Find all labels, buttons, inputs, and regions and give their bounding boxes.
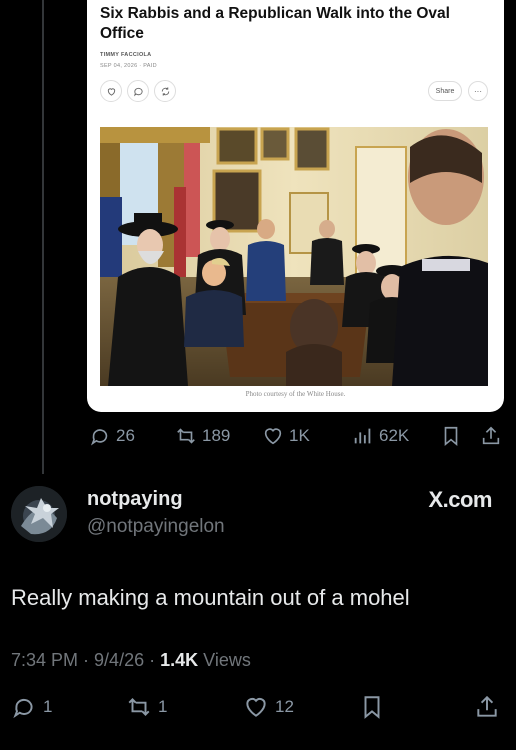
restack-icon[interactable] <box>154 80 176 102</box>
repost-stat[interactable]: 189 <box>175 425 230 447</box>
avatar[interactable] <box>11 486 67 542</box>
user-handle[interactable]: @notpayingelon <box>87 516 225 538</box>
article-photo <box>100 127 488 386</box>
bookmark-icon <box>444 426 458 447</box>
bookmark-button[interactable] <box>359 694 385 720</box>
like-stat[interactable]: 1K <box>262 425 310 447</box>
reply-icon <box>13 698 33 719</box>
article-date: SEP 04, 2026 · PAID <box>100 63 157 69</box>
bookmark-button[interactable] <box>440 425 462 447</box>
like-button[interactable]: 12 <box>243 694 294 720</box>
thread-connector-line <box>42 0 44 474</box>
tweet-date[interactable]: 9/4/26 <box>94 650 144 670</box>
article-action-icons <box>100 80 176 102</box>
bookmark-icon <box>364 696 380 719</box>
quoted-tweet-stats: 26 189 1K 62K <box>0 425 516 449</box>
views-count: 62K <box>379 426 410 445</box>
repost-count: 1 <box>158 697 168 716</box>
like-count: 12 <box>275 697 294 716</box>
repost-icon <box>177 428 195 444</box>
views-icon <box>354 428 371 444</box>
repost-count: 189 <box>202 426 231 445</box>
share-button[interactable] <box>474 694 500 720</box>
reply-stat[interactable]: 26 <box>89 425 135 447</box>
article-share-button[interactable]: Share <box>428 81 462 101</box>
reply-button[interactable]: 1 <box>11 694 52 720</box>
repost-button[interactable]: 1 <box>126 694 167 720</box>
article-more-button[interactable]: ··· <box>468 81 488 101</box>
share-button[interactable] <box>480 425 502 447</box>
views-stat[interactable]: 62K <box>352 425 409 447</box>
tweet-action-bar: 1 1 12 <box>0 694 516 722</box>
comment-icon[interactable] <box>127 80 149 102</box>
tweet-text: Really making a mountain out of a mohel <box>11 585 410 610</box>
tweet-meta: 7:34 PM · 9/4/26 · 1.4K Views <box>11 650 251 670</box>
x-logo-label: X.com <box>428 487 492 512</box>
reply-icon <box>90 429 108 446</box>
share-icon <box>482 426 500 445</box>
heart-icon[interactable] <box>100 80 122 102</box>
article-title[interactable]: Six Rabbis and a Republican Walk into th… <box>100 4 492 44</box>
like-icon <box>246 697 266 717</box>
reply-count: 26 <box>116 426 135 445</box>
like-count: 1K <box>289 426 310 445</box>
display-name[interactable]: notpaying <box>87 488 183 511</box>
quoted-article-card[interactable]: Six Rabbis and a Republican Walk into th… <box>87 0 504 412</box>
like-icon <box>264 428 282 445</box>
share-icon <box>477 695 497 717</box>
article-author: TIMMY FACCIOLA <box>100 52 152 58</box>
reply-count: 1 <box>43 697 53 716</box>
repost-icon <box>128 698 150 716</box>
tweet-views-label: Views <box>203 650 251 670</box>
tweet-time[interactable]: 7:34 PM <box>11 650 78 670</box>
tweet-views-count: 1.4K <box>160 650 199 670</box>
photo-caption: Photo courtesy of the White House. <box>245 390 346 398</box>
